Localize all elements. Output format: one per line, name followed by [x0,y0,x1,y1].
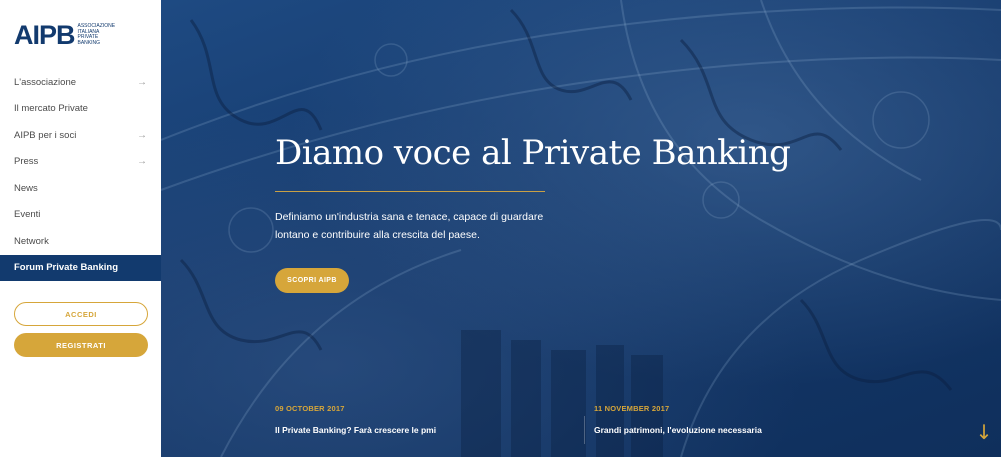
news-item[interactable]: 11 NOVEMBER 2017 Grandi patrimoni, l'evo… [594,404,762,435]
logo-mark-b: B [56,19,75,50]
hero-description: Definiamo un'industria sana e tenace, ca… [275,211,544,241]
sidebar-item-label: L'associazione [14,76,77,88]
aipb-logo[interactable]: AIPB ASSOCIAZIONE ITALIANA PRIVATE BANKI… [14,19,116,50]
sidebar-item-aipb-per-i-soci[interactable]: AIPB per i soci → [0,122,161,149]
sidebar-item-eventi[interactable]: Eventi [0,202,161,229]
news-item[interactable]: 09 OCTOBER 2017 Il Private Banking? Farà… [275,404,436,435]
logo-mark-ai: AI [14,19,40,50]
news-divider [584,416,585,444]
sidebar: AIPB ASSOCIAZIONE ITALIANA PRIVATE BANKI… [0,0,161,457]
sidebar-item-label: AIPB per i soci [14,129,77,141]
register-button[interactable]: REGISTRATI [14,333,148,357]
arrow-right-icon: → [137,76,147,88]
news-date: 11 NOVEMBER 2017 [594,404,670,413]
scroll-down-arrow-icon[interactable]: ↓ [974,420,994,444]
sidebar-item-associazione[interactable]: L'associazione → [0,69,161,96]
logo-subtitle-line: BANKING [77,39,101,46]
sidebar-item-label: Press [14,156,39,168]
news-date: 09 OCTOBER 2017 [275,404,345,413]
hero-section: Diamo voce al Private Banking Definiamo … [161,0,1001,457]
register-button-label: REGISTRATI [56,340,106,350]
logo-subtitle: ASSOCIAZIONE ITALIANA PRIVATE BANKING [77,23,116,46]
logo-mark-p: P [39,19,57,50]
discover-aipb-button[interactable]: SCOPRI AIPB [275,268,349,293]
sidebar-item-label: Network [14,235,49,247]
news-title-link[interactable]: Il Private Banking? Farà crescere le pmi [275,425,436,435]
hero-divider [275,191,545,192]
sidebar-nav: L'associazione → Il mercato Private AIPB… [0,69,161,281]
discover-aipb-label: SCOPRI AIPB [287,277,337,284]
sidebar-item-forum-private-banking[interactable]: Forum Private Banking [0,254,161,281]
logo-mark: AIPB [14,19,75,50]
sidebar-item-mercato-private[interactable]: Il mercato Private [0,96,161,123]
sidebar-item-label: Forum Private Banking [14,262,118,274]
login-button-label: ACCEDI [65,309,97,319]
sidebar-item-network[interactable]: Network [0,228,161,255]
login-button[interactable]: ACCEDI [14,302,148,326]
news-title-link[interactable]: Grandi patrimoni, l'evoluzione necessari… [594,425,762,435]
sidebar-item-press[interactable]: Press → [0,149,161,176]
arrow-right-icon: → [137,129,147,141]
hero-title: Diamo voce al Private Banking [275,133,791,173]
sidebar-item-label: Il mercato Private [14,103,88,115]
sidebar-item-news[interactable]: News [0,175,161,202]
sidebar-item-label: Eventi [14,209,41,221]
arrow-right-icon: → [137,156,147,168]
sidebar-item-label: News [14,182,38,194]
